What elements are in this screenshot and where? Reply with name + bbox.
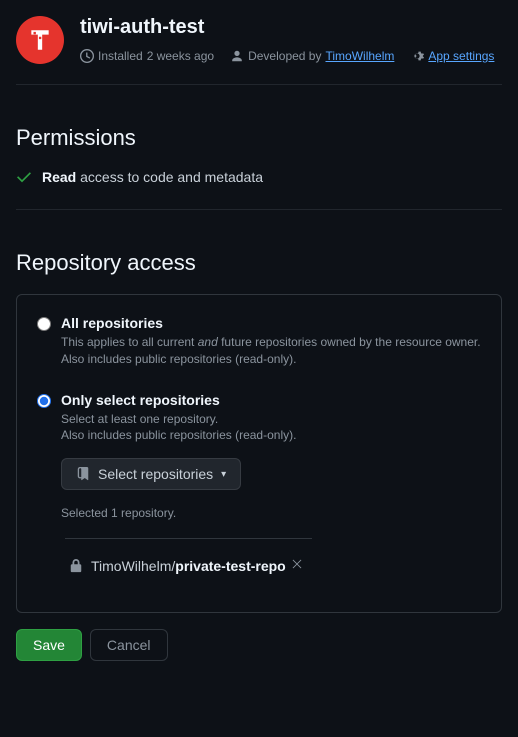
- app-title: tiwi-auth-test: [80, 16, 502, 39]
- app-meta-row: Installed 2 weeks ago Developed by TimoW…: [80, 49, 502, 63]
- radio-select-repositories: Only select repositories Select at least…: [37, 392, 481, 579]
- app-settings-link[interactable]: App settings: [428, 49, 494, 63]
- installed-time: Installed 2 weeks ago: [80, 49, 214, 63]
- radio-all-repositories[interactable]: All repositories This applies to all cur…: [37, 315, 481, 368]
- repo-name: private-test-repo: [175, 558, 285, 574]
- button-row: Save Cancel: [16, 629, 502, 661]
- app-avatar: [16, 16, 64, 64]
- radio-select-input[interactable]: [37, 394, 51, 408]
- caret-down-icon: ▾: [221, 469, 226, 480]
- installed-when: 2 weeks ago: [147, 49, 214, 63]
- permission-strong: Read: [42, 169, 76, 185]
- app-settings-item: App settings: [410, 49, 494, 63]
- gear-icon: [410, 49, 424, 63]
- app-header: tiwi-auth-test Installed 2 weeks ago Dev…: [16, 16, 502, 85]
- developed-prefix: Developed by: [248, 49, 321, 63]
- radio-select-title: Only select repositories: [61, 392, 312, 408]
- app-logo-icon: [27, 27, 53, 53]
- close-icon: [290, 557, 304, 571]
- person-icon: [230, 49, 244, 63]
- radio-all-title: All repositories: [61, 315, 481, 331]
- select-repositories-button[interactable]: Select repositories ▾: [61, 458, 241, 490]
- radio-all-sub: This applies to all current and future r…: [61, 334, 481, 368]
- repository-access-box: All repositories This applies to all cur…: [16, 294, 502, 613]
- repo-full-name: TimoWilhelm/private-test-repo: [91, 558, 286, 574]
- permission-rest: access to code and metadata: [76, 169, 263, 185]
- repo-owner: TimoWilhelm/: [91, 558, 175, 574]
- permission-item: Read access to code and metadata: [16, 169, 502, 185]
- app-header-content: tiwi-auth-test Installed 2 weeks ago Dev…: [80, 16, 502, 63]
- save-button[interactable]: Save: [16, 629, 82, 661]
- clock-icon: [80, 49, 94, 63]
- lock-icon: [69, 559, 83, 573]
- repo-access-radio-group: All repositories This applies to all cur…: [37, 315, 481, 578]
- permissions-heading: Permissions: [16, 125, 502, 151]
- select-repositories-label: Select repositories: [98, 466, 213, 482]
- radio-all-input[interactable]: [37, 317, 51, 331]
- developed-by: Developed by TimoWilhelm: [230, 49, 394, 63]
- selected-count: Selected 1 repository.: [61, 506, 312, 520]
- permission-text: Read access to code and metadata: [42, 169, 263, 185]
- check-icon: [16, 169, 32, 185]
- developer-link[interactable]: TimoWilhelm: [325, 49, 394, 63]
- permissions-section: Permissions Read access to code and meta…: [16, 125, 502, 210]
- selected-repo-row: TimoWilhelm/private-test-repo: [65, 538, 312, 578]
- access-heading: Repository access: [16, 250, 502, 276]
- remove-repo-button[interactable]: [286, 553, 308, 578]
- radio-select-sub: Select at least one repository. Also inc…: [61, 411, 312, 445]
- cancel-button[interactable]: Cancel: [90, 629, 168, 661]
- installed-prefix: Installed: [98, 49, 143, 63]
- repo-icon: [76, 467, 90, 481]
